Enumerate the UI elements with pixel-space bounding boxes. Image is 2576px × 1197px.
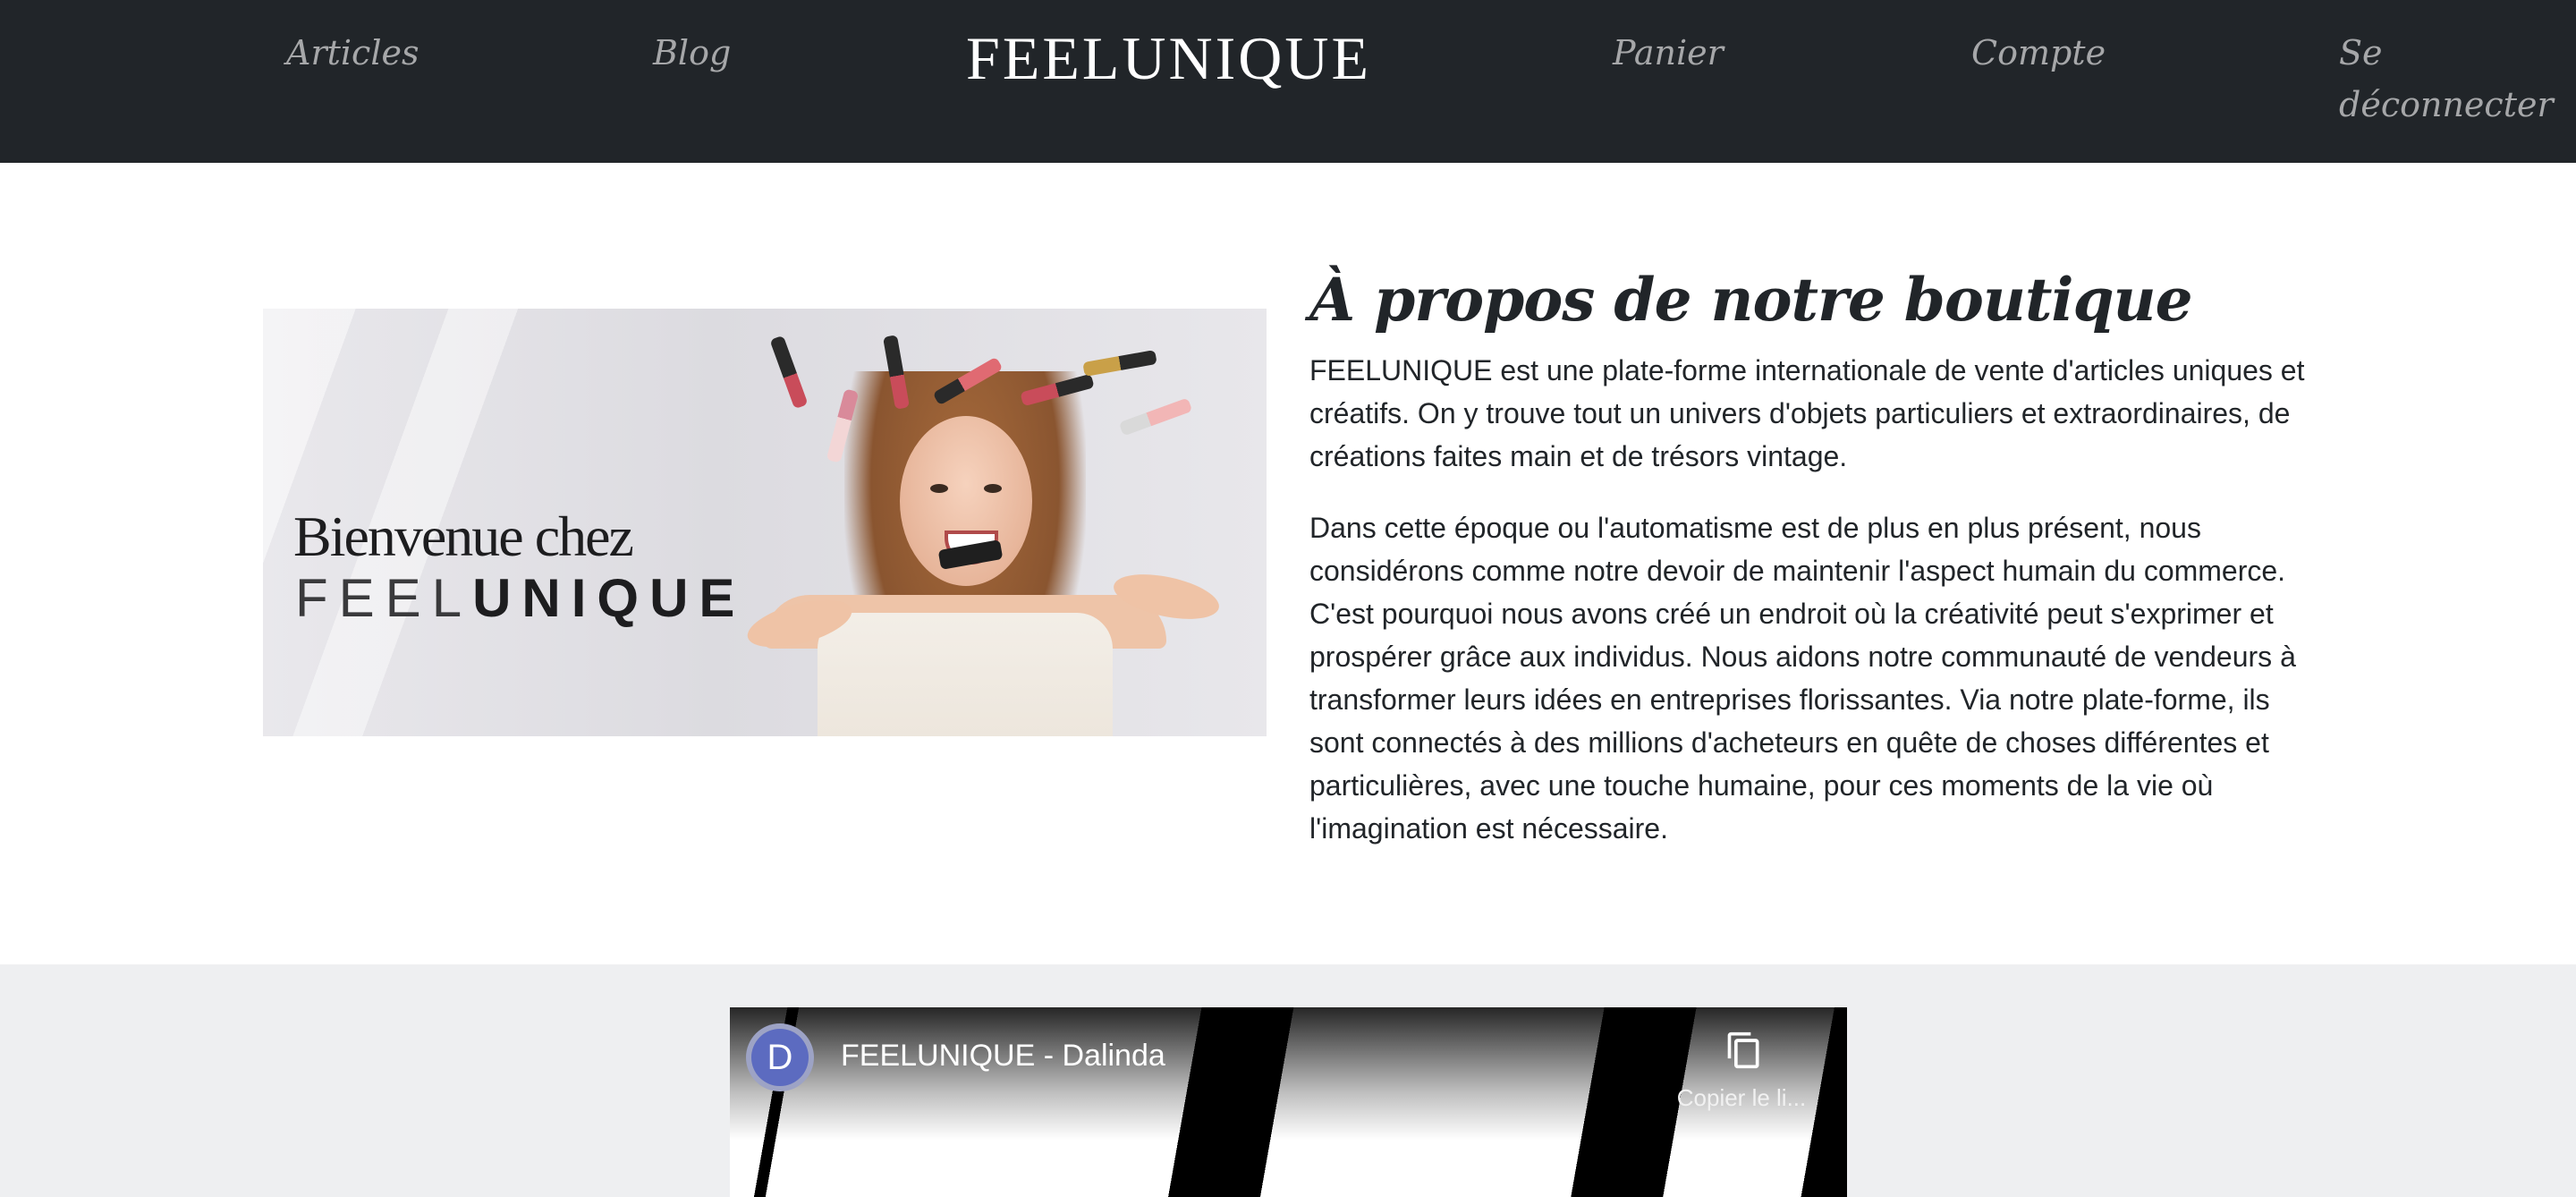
welcome-banner-image: Bienvenue chez FEELUNIQUE <box>263 309 1267 736</box>
nav-link-blog[interactable]: Blog <box>653 27 731 79</box>
banner-welcome-text: Bienvenue chez <box>293 505 634 568</box>
banner-brand-light: FEEL <box>295 568 473 628</box>
copy-link-label: Copier le li... <box>1676 1084 1807 1111</box>
navbar: Articles Blog FEELUNIQUE Panier Compte S… <box>0 0 2576 163</box>
embedded-video-player[interactable]: D FEELUNIQUE - Dalinda Copier le li... <box>730 1007 1847 1197</box>
about-paragraph-2: Dans cette époque ou l'automatisme est d… <box>1309 512 2296 845</box>
banner-brand-text: FEELUNIQUE <box>295 570 745 627</box>
copy-icon <box>1727 1031 1759 1069</box>
about-title: À propos de notre boutique <box>1309 265 2193 335</box>
nav-link-logout[interactable]: Se déconnecter <box>2339 27 2554 131</box>
model-eye-left <box>930 484 948 493</box>
banner-brand-bold: UNIQUE <box>472 568 746 628</box>
copy-link-button[interactable]: Copier le li... <box>1657 1029 1826 1136</box>
model-dress <box>818 613 1113 736</box>
nav-link-articles[interactable]: Articles <box>286 27 419 79</box>
nav-link-compte[interactable]: Compte <box>1971 27 2106 79</box>
model-eye-right <box>984 484 1002 493</box>
nav-link-panier[interactable]: Panier <box>1613 27 1724 79</box>
brand-logo[interactable]: FEELUNIQUE <box>966 23 1371 93</box>
video-title[interactable]: FEELUNIQUE - Dalinda <box>841 1036 1165 1075</box>
channel-avatar[interactable]: D <box>746 1023 814 1091</box>
about-paragraph-1: FEELUNIQUE est une plate-forme internati… <box>1309 354 2305 472</box>
